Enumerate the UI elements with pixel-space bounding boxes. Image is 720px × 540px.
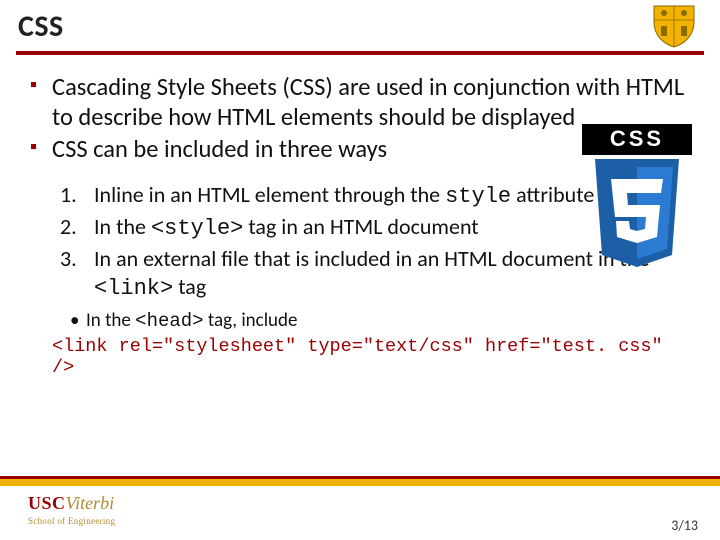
code-text: <head>	[135, 310, 203, 332]
code-text: style	[445, 184, 511, 209]
text: tag, include	[204, 309, 298, 332]
slide: CSS Cascading Style Sheets (CSS) are use…	[0, 0, 720, 540]
code-text: <link>	[94, 276, 173, 301]
text: In the	[86, 309, 135, 332]
usc-viterbi-logo: USCViterbi School of Engineering	[28, 493, 115, 526]
page-number: 3/13	[671, 517, 698, 534]
css3-logo: CSS	[582, 124, 692, 271]
css3-shield-icon	[587, 159, 687, 271]
text: Inline in an HTML element through the	[94, 181, 445, 208]
css3-logo-label: CSS	[582, 124, 692, 155]
text: tag	[173, 273, 206, 300]
footer: USCViterbi School of Engineering 3/13	[0, 486, 720, 540]
text: In an external file that is included in …	[94, 245, 649, 272]
logo-school: School of Engineering	[28, 516, 115, 526]
logo-viterbi: Viterbi	[66, 493, 115, 513]
usc-shield-icon	[650, 4, 698, 48]
sub-bullet-list: In the <head> tag, include	[70, 309, 690, 334]
slide-title: CSS	[18, 8, 702, 45]
code-line: <link rel="stylesheet" type="text/css" h…	[52, 336, 690, 378]
code-text: <style>	[151, 216, 243, 241]
footer-accent-band	[0, 476, 720, 486]
logo-usc: USC	[28, 493, 66, 513]
text: tag in an HTML document	[243, 213, 478, 240]
title-bar: CSS	[0, 0, 720, 49]
text: In the	[94, 213, 151, 240]
sub-bullet-item: In the <head> tag, include	[70, 309, 690, 334]
